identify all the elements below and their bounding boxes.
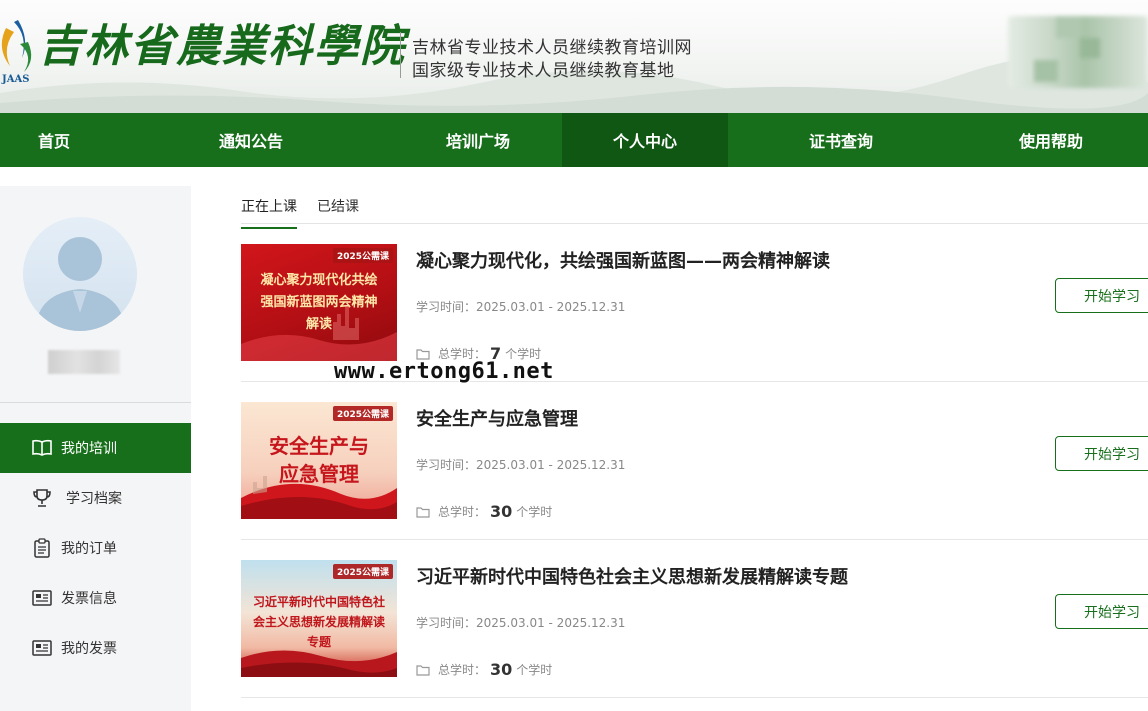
folder-icon — [416, 506, 430, 518]
course-title[interactable]: 安全生产与应急管理 — [416, 405, 578, 431]
header-user-blurred — [1008, 16, 1148, 88]
nav-training-square[interactable]: 培训广场 — [444, 113, 512, 167]
academy-logo-icon — [1, 20, 32, 72]
course-total-hours: 总学时： 30 个学时 — [416, 660, 552, 679]
nav-notices[interactable]: 通知公告 — [108, 113, 394, 167]
nav-certificate-query[interactable]: 证书查询 — [728, 113, 954, 167]
hours-value: 30 — [490, 502, 513, 521]
clipboard-icon — [32, 538, 52, 558]
course-tabs: 正在上课 已结课 — [241, 186, 1148, 229]
sidebar-item-invoice-info[interactable]: 发票信息 — [0, 573, 191, 623]
thumbnail-title: 凝心聚力现代化共绘强国新蓝图两会精神解读 — [260, 273, 378, 332]
main-nav: 首页 通知公告 培训广场 个人中心 证书查询 使用帮助 — [0, 113, 1148, 167]
sidebar: 我的培训 学习档案 我的订单 发票信息 我的发票 — [0, 186, 191, 711]
tab-finished[interactable]: 已结课 — [317, 196, 359, 227]
sidebar-item-label: 学习档案 — [66, 491, 122, 507]
start-learning-button[interactable]: 开始学习 — [1055, 436, 1148, 471]
sidebar-divider — [0, 402, 191, 403]
thumbnail-title: 安全生产与应急管理 — [269, 434, 369, 486]
folder-icon — [416, 664, 430, 676]
sidebar-item-my-invoices[interactable]: 我的发票 — [0, 623, 191, 673]
course-card: 2025公需课 安全生产与应急管理 安全生产与应急管理 学习时间：2025.03… — [241, 382, 1148, 540]
sidebar-item-label: 我的培训 — [61, 441, 117, 457]
logo-abbreviation: JAAS — [2, 74, 30, 85]
thumbnail-title: 习近平新时代中国特色社会主义思想新发展精解读专题 — [252, 595, 385, 649]
sidebar-item-label: 我的订单 — [61, 541, 117, 557]
avatar[interactable] — [23, 217, 137, 331]
nav-help[interactable]: 使用帮助 — [954, 113, 1148, 167]
site-subtitle-1: 吉林省专业技术人员继续教育培训网 — [412, 38, 692, 58]
default-avatar-icon — [35, 237, 125, 331]
course-card: 2025公需课 习近平新时代中国特色社会主义思想新发展精解读专题 习近平新时代中… — [241, 540, 1148, 698]
sidebar-item-learning-archive[interactable]: 学习档案 — [0, 473, 191, 523]
sidebar-item-my-training[interactable]: 我的培训 — [0, 423, 191, 473]
sidebar-item-my-orders[interactable]: 我的订单 — [0, 523, 191, 573]
course-thumbnail[interactable]: 2025公需课 凝心聚力现代化共绘强国新蓝图两会精神解读 — [241, 244, 397, 361]
sidebar-item-label: 发票信息 — [61, 591, 117, 607]
trophy-icon — [32, 488, 52, 508]
course-thumbnail[interactable]: 2025公需课 安全生产与应急管理 — [241, 402, 397, 519]
sidebar-menu: 我的培训 学习档案 我的订单 发票信息 我的发票 — [0, 423, 191, 673]
start-learning-button[interactable]: 开始学习 — [1055, 594, 1148, 629]
course-badge: 2025公需课 — [332, 406, 393, 421]
book-icon — [32, 438, 52, 458]
nav-home[interactable]: 首页 — [0, 113, 108, 167]
academy-name: 吉林省農業科學院 — [38, 21, 406, 72]
nav-personal-center[interactable]: 个人中心 — [562, 113, 728, 167]
start-learning-button[interactable]: 开始学习 — [1055, 278, 1148, 313]
invoice-icon — [32, 638, 52, 658]
header-divider — [400, 32, 401, 78]
course-badge: 2025公需课 — [332, 564, 393, 579]
username-blurred — [48, 350, 120, 374]
site-subtitle-2: 国家级专业技术人员继续教育基地 — [412, 61, 675, 81]
folder-icon — [416, 348, 430, 360]
course-thumbnail[interactable]: 2025公需课 习近平新时代中国特色社会主义思想新发展精解读专题 — [241, 560, 397, 677]
site-watermark: www.ertong61.net — [334, 359, 554, 384]
course-badge: 2025公需课 — [332, 248, 393, 263]
course-title[interactable]: 习近平新时代中国特色社会主义思想新发展精解读专题 — [416, 563, 848, 589]
invoice-icon — [32, 588, 52, 608]
course-study-period: 学习时间：2025.03.01 - 2025.12.31 — [416, 616, 626, 630]
hours-value: 30 — [490, 660, 513, 679]
sidebar-item-label: 我的发票 — [61, 641, 117, 657]
course-study-period: 学习时间：2025.03.01 - 2025.12.31 — [416, 300, 626, 314]
course-total-hours: 总学时： 30 个学时 — [416, 502, 552, 521]
site-header: JAAS 吉林省農業科學院 吉林省专业技术人员继续教育培训网 国家级专业技术人员… — [0, 0, 1148, 113]
course-title[interactable]: 凝心聚力现代化，共绘强国新蓝图——两会精神解读 — [416, 247, 830, 273]
course-study-period: 学习时间：2025.03.01 - 2025.12.31 — [416, 458, 626, 472]
